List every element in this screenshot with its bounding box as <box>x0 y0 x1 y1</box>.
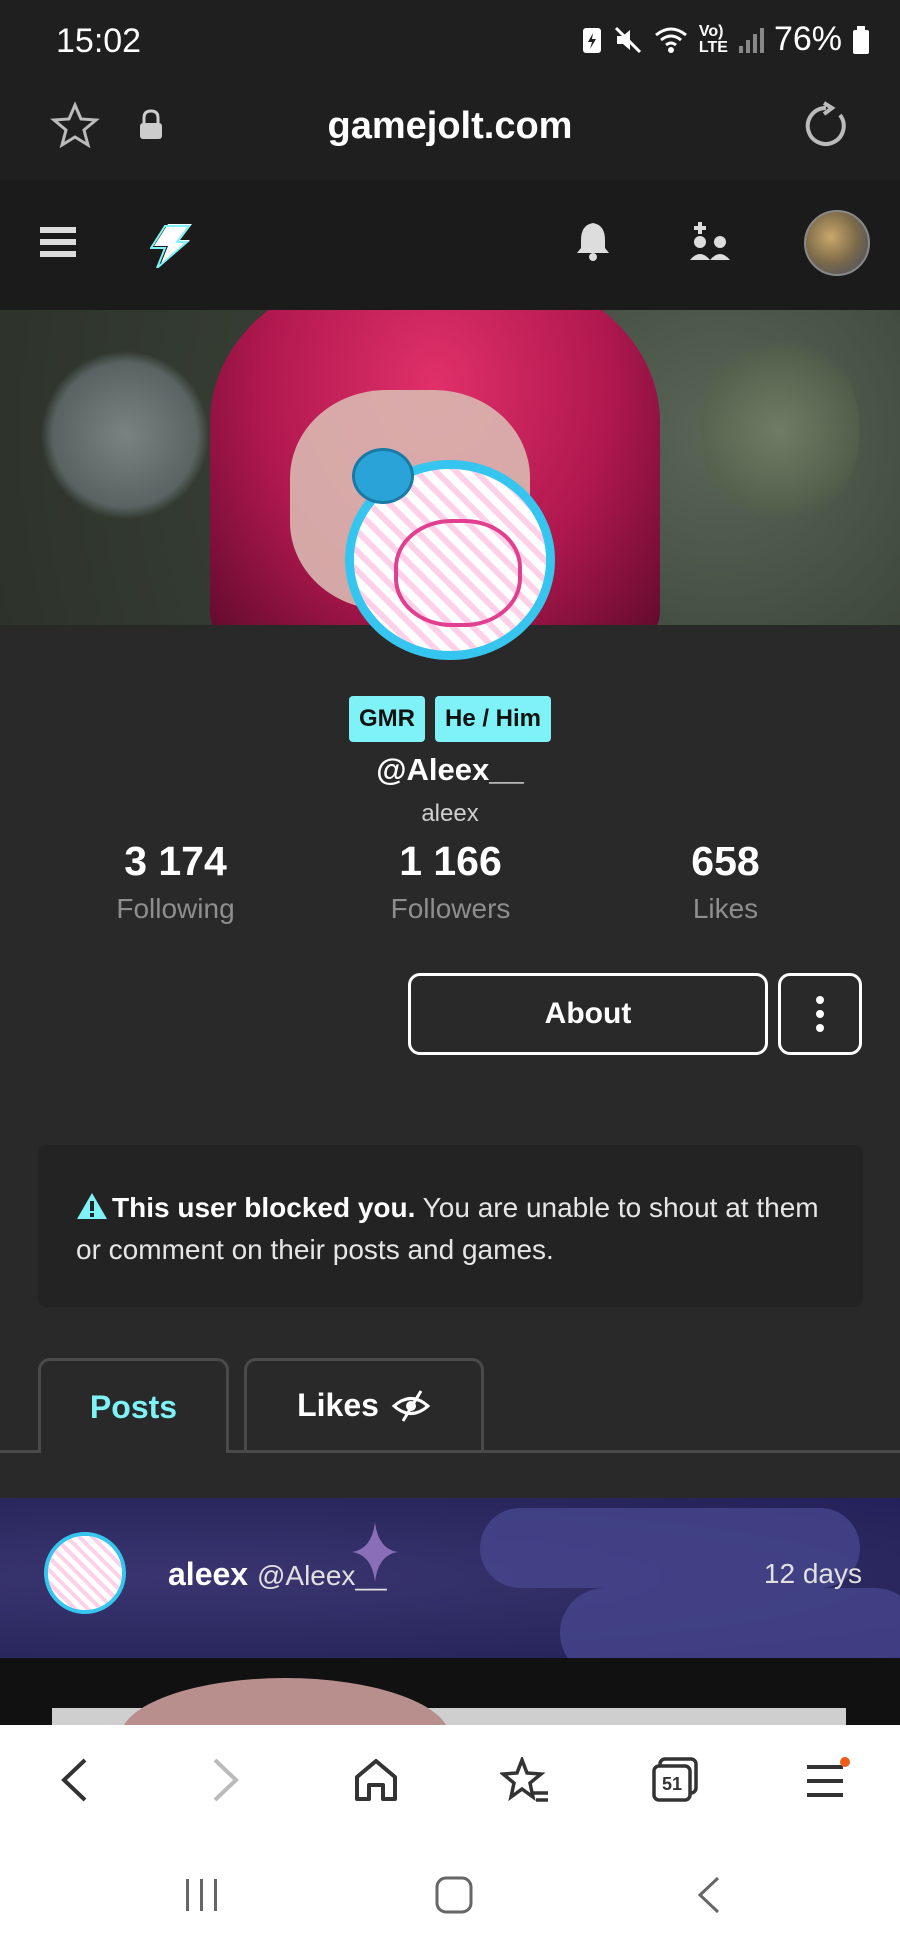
stat-following[interactable]: 3 174 Following <box>38 838 313 925</box>
tab-likes[interactable]: Likes <box>244 1358 484 1450</box>
post-image[interactable] <box>0 1658 900 1725</box>
user-avatar[interactable] <box>804 210 870 276</box>
status-icons: Vo) LTE 76% <box>581 20 870 59</box>
tab-posts[interactable]: Posts <box>38 1358 229 1453</box>
post-author-avatar[interactable] <box>44 1532 126 1614</box>
blocked-notice-title: This user blocked you. <box>112 1192 416 1223</box>
browser-bottom-bar: 51 <box>0 1725 900 1835</box>
banner-decoration <box>700 330 860 530</box>
friend-requests-icon[interactable] <box>688 220 732 262</box>
signal-icon <box>738 26 764 54</box>
profile-display-name: aleex <box>421 800 479 827</box>
system-back-icon[interactable] <box>694 1875 722 1915</box>
gamejolt-logo-icon[interactable] <box>150 222 194 268</box>
tabs-icon[interactable]: 51 <box>645 1750 705 1810</box>
more-vertical-icon <box>816 996 824 1004</box>
stat-followers[interactable]: 1 166 Followers <box>313 838 588 925</box>
stat-label: Followers <box>390 893 511 924</box>
more-options-button[interactable] <box>778 973 862 1055</box>
post-author[interactable]: aleex @Aleex__ <box>168 1556 387 1593</box>
stat-value: 658 <box>691 838 760 884</box>
notifications-bell-icon[interactable] <box>576 220 610 262</box>
battery-percent: 76% <box>773 20 842 58</box>
post-time: 12 days <box>763 1558 862 1589</box>
battery-icon <box>852 25 870 55</box>
lte-icon: Vo) LTE <box>698 22 728 56</box>
about-button[interactable]: About <box>408 973 768 1055</box>
post-image-content <box>120 1678 450 1725</box>
hamburger-menu-icon[interactable] <box>40 225 76 259</box>
back-icon[interactable] <box>44 1750 104 1810</box>
tag-gmr: GMR <box>348 696 425 742</box>
stat-likes[interactable]: 658 Likes <box>588 838 863 925</box>
battery-saver-icon <box>581 25 603 55</box>
recent-apps-icon[interactable] <box>182 1877 222 1913</box>
more-vertical-icon <box>816 1024 824 1032</box>
warning-icon <box>76 1191 108 1221</box>
post-author-name: aleex <box>168 1556 249 1592</box>
reload-icon[interactable] <box>800 101 850 151</box>
forward-icon[interactable] <box>196 1750 256 1810</box>
browser-url-bar: gamejolt.com <box>0 85 900 180</box>
hidden-eye-icon <box>391 1389 431 1423</box>
tag-pronouns: He / Him <box>434 696 552 742</box>
stat-value: 3 174 <box>124 838 227 884</box>
profile-handle: @Aleex__ <box>376 752 524 787</box>
post-bg-shape <box>560 1588 900 1658</box>
post-card-header[interactable]: aleex @Aleex__ 12 days <box>0 1498 900 1658</box>
blocked-notice: This user blocked you. You are unable to… <box>38 1145 863 1307</box>
banner-decoration <box>40 350 210 520</box>
browser-menu-icon[interactable] <box>796 1750 856 1810</box>
home-icon[interactable] <box>346 1750 406 1810</box>
stat-value: 1 166 <box>399 838 502 884</box>
profile-tabs: Posts Likes <box>0 1358 900 1453</box>
stat-label: Following <box>116 893 235 924</box>
tab-likes-label: Likes <box>297 1387 379 1423</box>
post-author-handle: @Aleex__ <box>256 1560 387 1591</box>
mute-icon <box>613 25 643 55</box>
status-time: 15:02 <box>56 22 142 60</box>
tabs-count: 51 <box>662 1774 682 1794</box>
system-navigation-bar <box>0 1835 900 1950</box>
bookmarks-icon[interactable] <box>495 1750 555 1810</box>
wifi-icon <box>653 25 689 55</box>
more-vertical-icon <box>816 1010 824 1018</box>
avatar-frame-badge-icon <box>352 448 414 504</box>
stat-label: Likes <box>692 893 759 924</box>
tab-posts-label: Posts <box>89 1388 178 1425</box>
site-navbar <box>0 180 900 310</box>
profile-tags: GMR He / Him <box>0 696 900 742</box>
url-text[interactable]: gamejolt.com <box>0 105 900 148</box>
system-home-icon[interactable] <box>434 1875 474 1915</box>
status-bar: 15:02 Vo) LTE 76% <box>0 0 900 85</box>
